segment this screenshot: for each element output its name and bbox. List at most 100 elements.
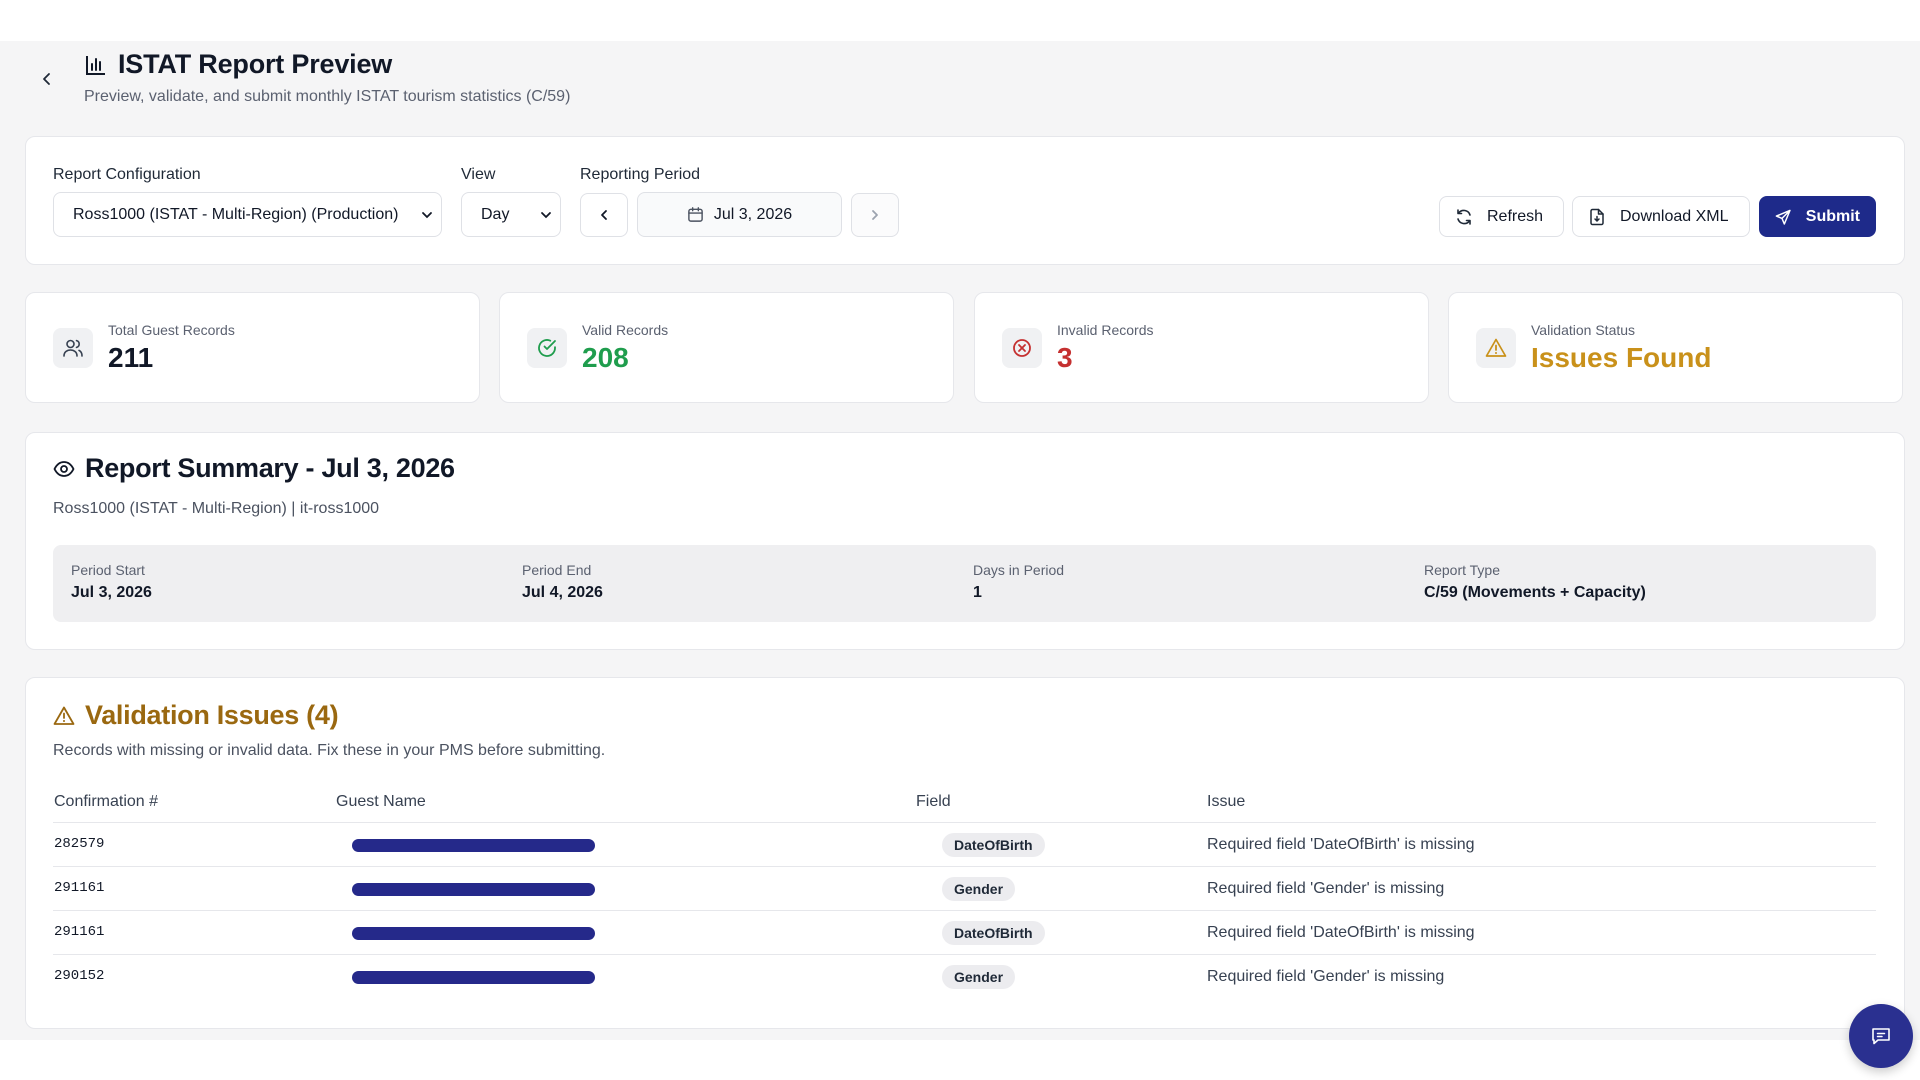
- stat-label: Total Guest Records: [108, 322, 235, 338]
- period-start: Period Start Jul 3, 2026: [71, 562, 152, 602]
- validation-issues-title: Validation Issues (4): [85, 700, 339, 730]
- stat-label: Invalid Records: [1057, 322, 1154, 338]
- reporting-period-date-picker[interactable]: Jul 3, 2026: [637, 192, 842, 237]
- calendar-icon: [688, 207, 703, 222]
- bar-chart-icon: [86, 55, 105, 75]
- guest-name-redacted: [352, 927, 595, 940]
- chevron-down-icon: [532, 209, 560, 221]
- stat-value: 208: [582, 342, 629, 373]
- confirmation-number: 290152: [54, 968, 105, 984]
- field-badge: Gender: [942, 965, 1016, 989]
- report-summary-card: Report Summary - Jul 3, 2026 Ross1000 (I…: [25, 432, 1905, 650]
- column-header-confirmation: Confirmation #: [54, 793, 159, 810]
- users-icon: [53, 328, 93, 368]
- refresh-icon: [1457, 208, 1471, 225]
- days-in-period-label: Days in Period: [973, 562, 1065, 578]
- page-title-row: ISTAT Report Preview: [84, 49, 392, 80]
- issue-text: Required field 'DateOfBirth' is missing: [1207, 836, 1475, 853]
- report-configuration-value: Ross1000 (ISTAT - Multi-Region) (Product…: [73, 205, 399, 223]
- page-title: ISTAT Report Preview: [118, 49, 393, 79]
- table-row: 291161 DateOfBirth Required field 'DateO…: [53, 911, 1876, 955]
- confirmation-number: 291161: [54, 880, 105, 896]
- chevron-left-icon: [601, 210, 607, 220]
- report-summary-title: Report Summary - Jul 3, 2026: [85, 453, 455, 483]
- report-type-value: C/59 (Movements + Capacity): [1424, 584, 1646, 601]
- stat-card-invalid-records: Invalid Records 3: [974, 292, 1429, 403]
- table-row: 282579 DateOfBirth Required field 'DateO…: [53, 823, 1876, 867]
- period-end-value: Jul 4, 2026: [522, 584, 603, 601]
- back-button[interactable]: [36, 65, 58, 93]
- chevron-right-icon: [872, 210, 878, 220]
- report-configuration-select[interactable]: Ross1000 (ISTAT - Multi-Region) (Product…: [53, 192, 442, 237]
- chat-button[interactable]: [1849, 1004, 1913, 1068]
- issue-text: Required field 'DateOfBirth' is missing: [1207, 924, 1475, 941]
- next-period-button[interactable]: [851, 193, 899, 237]
- guest-name-redacted: [352, 839, 595, 852]
- refresh-label: Refresh: [1487, 207, 1544, 225]
- download-xml-label: Download XML: [1620, 207, 1729, 225]
- report-type-label: Report Type: [1424, 562, 1501, 578]
- report-config-card: Report Configuration Ross1000 (ISTAT - M…: [25, 136, 1905, 265]
- period-start-value: Jul 3, 2026: [71, 584, 152, 601]
- confirmation-number: 291161: [54, 924, 105, 940]
- validation-issues-card: Validation Issues (4) Records with missi…: [25, 677, 1905, 1029]
- chevron-down-icon: [413, 209, 441, 221]
- report-configuration-label: Report Configuration: [53, 166, 201, 183]
- confirmation-number: 282579: [54, 836, 105, 852]
- report-type: Report Type C/59 (Movements + Capacity): [1424, 562, 1646, 602]
- report-summary-subtitle: Ross1000 (ISTAT - Multi-Region) | it-ros…: [53, 500, 380, 517]
- previous-period-button[interactable]: [580, 193, 628, 237]
- stat-value: 211: [108, 342, 154, 373]
- warning-icon: [1476, 328, 1516, 368]
- issue-text: Required field 'Gender' is missing: [1207, 968, 1445, 985]
- submit-button[interactable]: Submit: [1759, 196, 1876, 237]
- period-start-label: Period Start: [71, 562, 145, 578]
- field-badge: Gender: [942, 877, 1016, 901]
- column-header-issue: Issue: [1207, 793, 1246, 810]
- issue-text: Required field 'Gender' is missing: [1207, 880, 1445, 897]
- report-summary-details: Period Start Jul 3, 2026 Period End Jul …: [53, 545, 1876, 622]
- column-header-field: Field: [916, 793, 951, 810]
- file-download-icon: [1590, 208, 1604, 225]
- stat-label: Valid Records: [582, 322, 669, 338]
- validation-issues-table: Confirmation # Guest Name Field Issue 28…: [53, 784, 1876, 999]
- reporting-period-value: Jul 3, 2026: [713, 205, 793, 223]
- view-select[interactable]: Day: [461, 192, 561, 237]
- x-circle-icon: [1002, 328, 1042, 368]
- field-badge: DateOfBirth: [942, 921, 1045, 945]
- download-xml-button[interactable]: Download XML: [1572, 196, 1750, 237]
- period-end-label: Period End: [522, 562, 592, 578]
- days-in-period-value: 1: [973, 584, 982, 601]
- column-header-guest-name: Guest Name: [336, 793, 426, 810]
- refresh-button[interactable]: Refresh: [1439, 196, 1564, 237]
- stat-card-total-guest-records: Total Guest Records 211: [25, 292, 480, 403]
- guest-name-redacted: [352, 971, 595, 984]
- stat-card-validation-status: Validation Status Issues Found: [1448, 292, 1903, 403]
- warning-icon: [53, 706, 75, 725]
- validation-issues-subtitle: Records with missing or invalid data. Fi…: [53, 742, 606, 759]
- stat-card-valid-records: Valid Records 208: [499, 292, 954, 403]
- submit-label: Submit: [1805, 207, 1860, 225]
- page-subtitle: Preview, validate, and submit monthly IS…: [84, 88, 571, 105]
- table-row: 291161 Gender Required field 'Gender' is…: [53, 867, 1876, 911]
- chevron-left-icon: [43, 73, 50, 85]
- app-main: ISTAT Report Preview Preview, validate, …: [0, 41, 1920, 1068]
- field-badge: DateOfBirth: [942, 833, 1045, 857]
- view-label: View: [461, 166, 496, 183]
- days-in-period: Days in Period 1: [973, 562, 1064, 602]
- validation-issues-header: Validation Issues (4): [53, 700, 339, 731]
- table-header: Confirmation # Guest Name Field Issue: [53, 784, 1876, 823]
- period-end: Period End Jul 4, 2026: [522, 562, 603, 602]
- stat-value: 3: [1057, 342, 1073, 373]
- guest-name-redacted: [352, 883, 595, 896]
- send-icon: [1775, 209, 1791, 225]
- reporting-period-label: Reporting Period: [580, 166, 701, 183]
- table-row: 290152 Gender Required field 'Gender' is…: [53, 955, 1876, 999]
- stat-value: Issues Found: [1531, 342, 1712, 373]
- stat-label: Validation Status: [1531, 322, 1636, 338]
- view-value: Day: [481, 205, 510, 223]
- eye-icon: [53, 460, 75, 477]
- report-summary-header: Report Summary - Jul 3, 2026: [53, 453, 455, 484]
- chat-icon: [1872, 1028, 1890, 1045]
- check-circle-icon: [527, 328, 567, 368]
